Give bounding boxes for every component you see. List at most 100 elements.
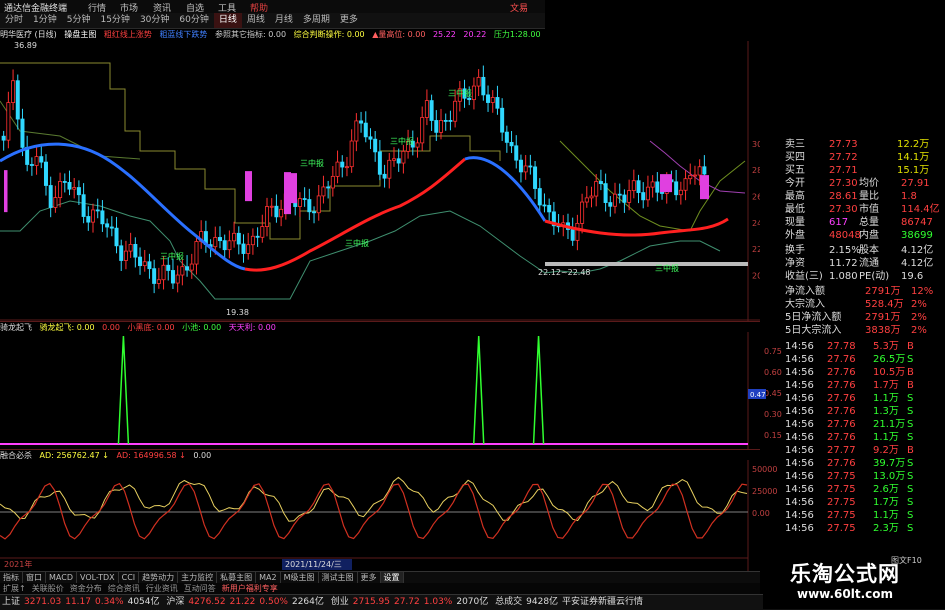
indicator-status-line: 明华医疗 (日线) 操盘主图 粗红线上涨势 粗蓝线下跌势 参照其它指标: 0.0… [0,28,545,41]
period-5min[interactable]: 5分钟 [62,13,96,28]
quote-cell: 12% [911,286,934,297]
subtab-qa[interactable]: 互动问答 [181,583,219,594]
quote-cell: 27.73 [829,139,858,150]
subtab-news[interactable]: 综合资讯 [105,583,143,594]
quote-cell: 14:56 [785,445,814,456]
quote-cell: 2791万 [865,286,901,297]
support-line [0,200,721,300]
quote-cell: 21.1万 [873,419,906,430]
quote-cell: 2% [911,299,927,310]
quote-cell: S [907,497,914,508]
period-multi[interactable]: 多周期 [298,13,335,28]
period-30min[interactable]: 30分钟 [135,13,174,28]
quote-cell: 买四 [785,152,805,163]
quote-row: 卖三 27.73 12.2万 [783,138,945,151]
main-price-chart[interactable]: 三中报三中报三中报三中报三中报三中报 30.0028.0026.0024.002… [0,41,760,321]
ad-oscillator-panel[interactable]: 50000 25000 0.00 2021年 2021/11/24/三 [0,460,785,571]
candle-body [603,183,608,203]
signal-annotation: 三中报 [390,136,414,146]
quote-cell: S [907,510,914,521]
period-more[interactable]: 更多 [335,13,363,28]
quote-cell: 19.6 [901,271,924,282]
candle-body [622,194,627,203]
quote-cell: 617 [829,217,849,228]
period-60min[interactable]: 60分钟 [174,13,213,28]
candle-body [232,232,237,242]
quote-cell: 内盘 [859,230,879,241]
quote-cell: 1.1万 [873,393,899,404]
quote-cell: 2.3万 [873,523,899,534]
ticker-name[interactable]: 创业 [331,597,349,607]
period-week[interactable]: 周线 [242,13,270,28]
candle-body [170,270,175,284]
quote-row: 买四 27.72 14.1万 [783,151,945,164]
ticker-amount: 2070亿 [456,597,489,607]
quote-cell: 均价 [859,178,879,189]
tick-row: 14:56 27.76 26.5万 S [783,353,945,366]
quote-cell: 12.2万 [897,139,930,150]
candle-body [584,197,589,203]
quote-cell: 27.76 [827,419,856,430]
quote-row: 收益(三) 1.080 PE(动) 19.6 [783,270,945,283]
quote-cell: 流通 [859,258,879,269]
candle-body [81,194,86,217]
f10-label[interactable]: 图文F10 [891,555,922,566]
ticker-name[interactable]: 上证 [2,597,20,607]
period-15min[interactable]: 15分钟 [95,13,134,28]
subtab-related[interactable]: 关联股价 [29,583,67,594]
quote-row: 今开 27.30 均价 27.91 [783,177,945,190]
candle-body [645,186,650,201]
quote-row: 换手 2.15% 股本 4.12亿 [783,244,945,257]
subtab-industry[interactable]: 行业资讯 [143,583,181,594]
candle-body [250,235,255,246]
candle-body [533,166,538,189]
y-tick-label: 0.30 [764,410,782,419]
candle-body [377,151,382,175]
ticker-name[interactable]: 总成交 [495,597,522,607]
candle-body [91,209,96,223]
quote-cell: 量比 [859,191,879,202]
candle-body [575,222,580,241]
subtab-welfare[interactable]: 新用户福利专享 [219,583,281,594]
candle-body [260,226,265,238]
ticker-name[interactable]: 沪深 [166,597,184,607]
quote-cell: 4.12亿 [901,245,934,256]
quote-cell: 最低 [785,204,805,215]
candle-body [1,135,6,141]
status-value: 压力1:28.00 [493,30,541,39]
candle-body [486,94,491,103]
signal-annotation: 三中报 [300,158,324,168]
subtab-expand[interactable]: 扩展↑ [0,583,29,594]
fund-flow-row: 5日净流入额 2791万 2% [783,311,945,324]
y-tick-label: 0.15 [764,431,782,440]
ticker-broker: 平安证券新疆云行情 [562,597,644,607]
quote-cell: 卖三 [785,139,805,150]
quote-cell: 14:56 [785,419,814,430]
candle-body [156,279,161,284]
tick-row: 14:56 27.76 10.5万 B [783,366,945,379]
candle-body [105,223,110,228]
panel3-title[interactable]: 融合必杀 [0,451,32,460]
candle-body [95,209,100,212]
quote-cell: 1.7万 [873,380,899,391]
candle-body [608,202,613,207]
fund-flow-row: 5日大宗流入 3838万 2% [783,324,945,337]
period-month[interactable]: 月线 [270,13,298,28]
period-fenshi[interactable]: 分时 [0,13,28,28]
ticker-change: 11.17 [65,597,91,607]
tick-row: 14:56 27.75 1.1万 S [783,509,945,522]
period-day[interactable]: 日线 [213,13,242,28]
candle-body [321,186,326,197]
candle-body [631,180,636,192]
candle-body [349,140,354,168]
quote-cell: 现量 [785,217,805,228]
signal-panel[interactable]: 0.75 0.60 0.45 0.30 0.15 0.47 [0,332,785,449]
stock-name[interactable]: 明华医疗 (日线) [0,30,57,39]
status-item: ▲量高位: 0.00 [372,30,426,39]
panel2-title[interactable]: 骑龙起飞 [0,323,32,332]
candle-body [476,76,481,87]
quote-cell: B [907,445,914,456]
indicator-name[interactable]: 操盘主图 [64,30,96,39]
subtab-fund-dist[interactable]: 资金分布 [67,583,105,594]
period-1min[interactable]: 1分钟 [28,13,62,28]
